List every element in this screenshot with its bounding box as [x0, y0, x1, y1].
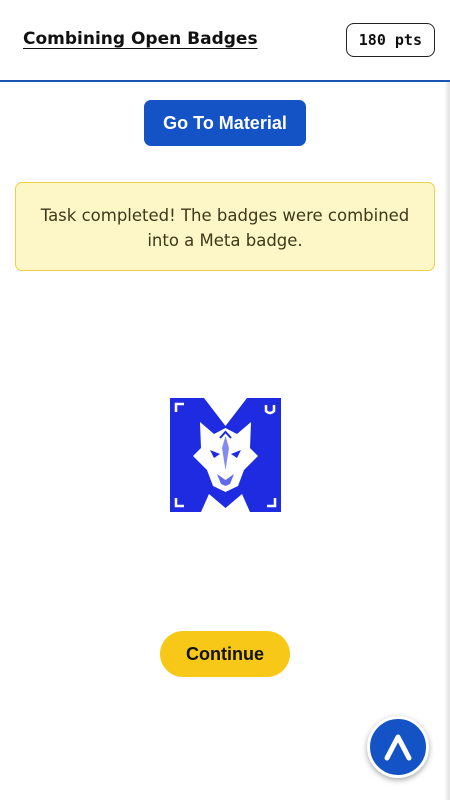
- points-badge: 180 pts: [345, 23, 435, 57]
- scrollbar-shadow: [444, 82, 450, 800]
- header: Combining Open Badges 180 pts: [0, 0, 450, 82]
- success-alert: Task completed! The badges were combined…: [15, 182, 435, 271]
- scroll-to-top-button[interactable]: [367, 716, 429, 778]
- meta-badge-icon: [170, 398, 281, 512]
- chevron-up-icon: [384, 734, 412, 761]
- continue-button[interactable]: Continue: [160, 631, 290, 677]
- go-to-material-button[interactable]: Go To Material: [144, 100, 306, 146]
- page-title: Combining Open Badges: [23, 29, 258, 49]
- page: Combining Open Badges 180 pts Go To Mate…: [0, 0, 450, 800]
